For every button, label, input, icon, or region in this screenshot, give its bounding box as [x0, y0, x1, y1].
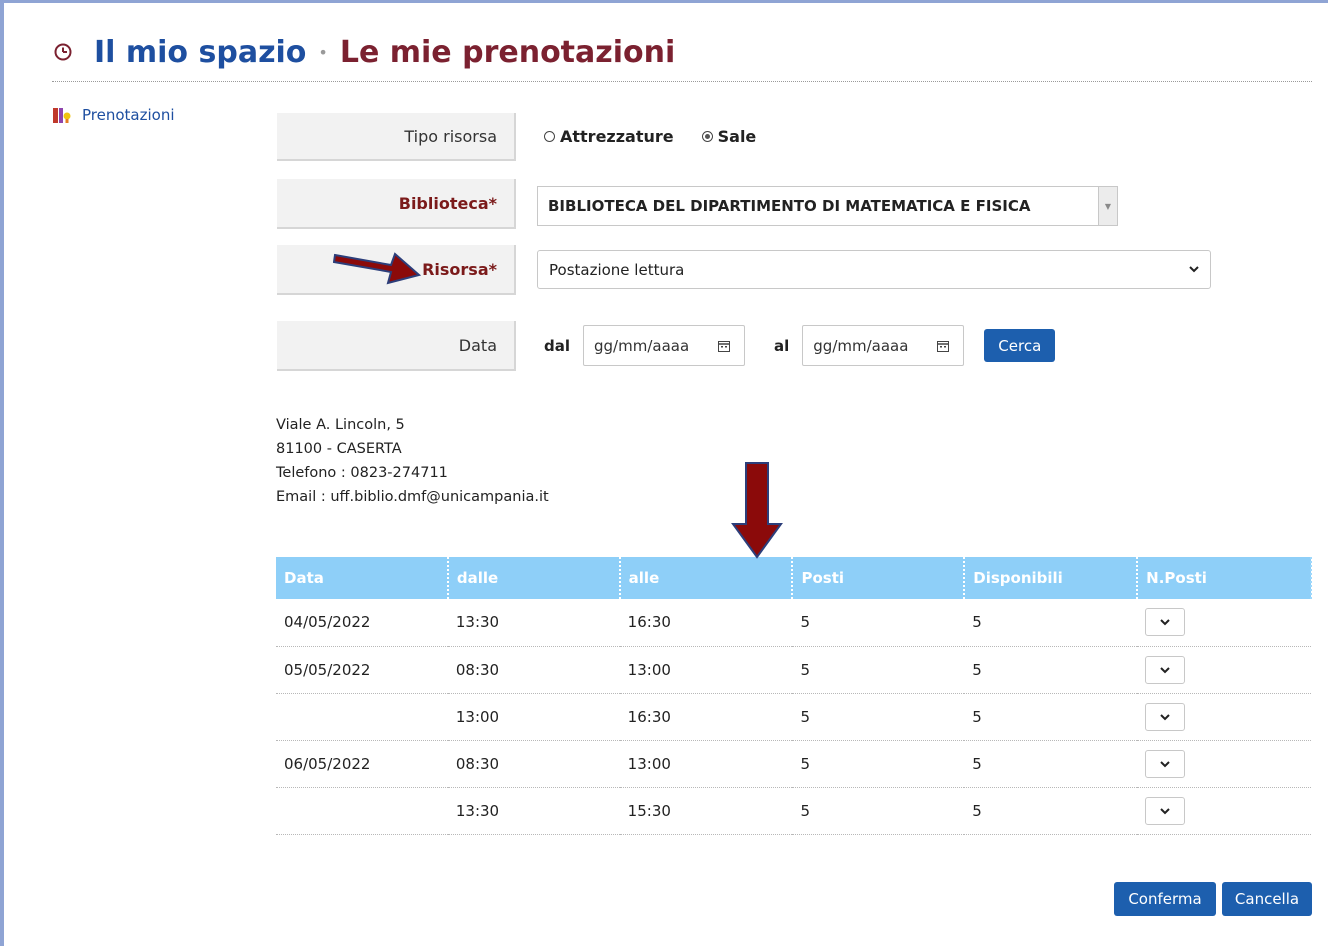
breadcrumb-il-mio-spazio[interactable]: Il mio spazio [94, 35, 306, 70]
cancella-button[interactable]: Cancella [1222, 882, 1312, 916]
biblioteca-select[interactable]: BIBLIOTECA DEL DIPARTIMENTO DI MATEMATIC… [537, 186, 1118, 226]
radio-sale[interactable]: Sale [701, 127, 757, 146]
cell-nposti [1137, 646, 1311, 694]
clock-icon [54, 43, 72, 61]
chevron-down-icon [1189, 266, 1199, 273]
date-from-input[interactable]: gg/mm/aaaa [583, 325, 746, 366]
cell-alle: 15:30 [619, 787, 793, 835]
cell-dalle: 13:00 [447, 693, 620, 741]
cell-data: 05/05/2022 [276, 646, 448, 694]
chevron-down-icon [1160, 807, 1170, 814]
cell-nposti [1137, 787, 1311, 835]
sidebar-item-label: Prenotazioni [82, 106, 175, 124]
date-to-placeholder: gg/mm/aaaa [813, 336, 909, 355]
column-header-data: Data [276, 557, 449, 599]
cell-disponibili: 5 [964, 646, 1138, 694]
table-row: 04/05/2022 13:30 16:30 5 5 [276, 599, 1311, 647]
cell-alle: 13:00 [619, 646, 793, 694]
table-row: 06/05/2022 08:30 13:00 5 5 [276, 740, 1311, 788]
radio-attrezzature[interactable]: Attrezzature [544, 127, 674, 146]
conferma-button[interactable]: Conferma [1114, 882, 1216, 916]
cell-posti: 5 [792, 740, 965, 788]
cell-posti: 5 [792, 646, 965, 694]
cell-data [276, 693, 448, 741]
cell-data: 06/05/2022 [276, 740, 448, 788]
address-phone: Telefono : 0823-274711 [276, 465, 448, 481]
chevron-down-icon [1160, 666, 1170, 673]
nposti-select[interactable] [1145, 749, 1186, 778]
column-header-disponibili: Disponibili [964, 557, 1139, 599]
column-header-dalle: dalle [447, 557, 621, 599]
column-header-nposti: N.Posti [1137, 557, 1312, 599]
page-title: Le mie prenotazioni [339, 34, 676, 70]
breadcrumb-separator: • [318, 42, 328, 62]
cell-disponibili: 5 [964, 740, 1138, 788]
page-header: Il mio spazio • Le mie prenotazioni [52, 30, 675, 74]
biblioteca-label: Biblioteca* [277, 179, 516, 229]
cell-nposti [1137, 693, 1311, 741]
cell-dalle: 08:30 [447, 740, 620, 788]
nposti-select[interactable] [1145, 608, 1186, 637]
sidebar-item-prenotazioni[interactable]: Prenotazioni [52, 106, 175, 124]
annotation-arrow-right-icon [333, 252, 421, 285]
cell-alle: 16:30 [619, 599, 793, 647]
nposti-select[interactable] [1145, 655, 1186, 684]
tipo-risorsa-label: Tipo risorsa [277, 113, 516, 161]
risorsa-select[interactable]: Postazione lettura [537, 250, 1211, 289]
calendar-icon[interactable] [937, 340, 950, 352]
address-email: Email : uff.biblio.dmf@unicampania.it [276, 489, 549, 505]
window-frame-top [0, 0, 1328, 3]
nposti-select[interactable] [1145, 796, 1186, 825]
cell-posti: 5 [792, 787, 965, 835]
radio-unchecked-icon [544, 131, 555, 142]
table-row: 05/05/2022 08:30 13:00 5 5 [276, 646, 1311, 694]
column-header-posti: Posti [792, 557, 966, 599]
radio-attrezzature-label: Attrezzature [560, 127, 674, 146]
window-frame-left [0, 0, 4, 946]
biblioteca-select-value: BIBLIOTECA DEL DIPARTIMENTO DI MATEMATIC… [548, 197, 1031, 215]
chevron-down-icon [1160, 619, 1170, 626]
date-range-row: dal gg/mm/aaaa al gg/mm/aaaa Cerca [544, 325, 1056, 366]
address-city: 81100 - CASERTA [276, 441, 402, 457]
cell-alle: 16:30 [619, 693, 793, 741]
cell-alle: 13:00 [619, 740, 793, 788]
cell-nposti [1137, 740, 1311, 788]
slots-table: Data dalle alle Posti Disponibili N.Post… [276, 557, 1312, 835]
cell-data: 04/05/2022 [276, 599, 448, 647]
cell-nposti [1137, 599, 1311, 647]
column-header-alle: alle [619, 557, 794, 599]
calendar-icon[interactable] [718, 340, 731, 352]
cerca-button[interactable]: Cerca [984, 329, 1056, 362]
date-to-input[interactable]: gg/mm/aaaa [802, 325, 965, 366]
header-divider [52, 81, 1312, 82]
address-street: Viale A. Lincoln, 5 [276, 417, 405, 433]
chevron-down-icon [1160, 713, 1170, 720]
risorsa-select-value: Postazione lettura [549, 260, 685, 279]
chevron-down-icon [1160, 760, 1170, 767]
table-header-row: Data dalle alle Posti Disponibili N.Post… [276, 557, 1312, 599]
cell-data [276, 787, 448, 835]
data-label: Data [277, 321, 516, 371]
dropdown-arrow-icon[interactable]: ▼ [1098, 187, 1117, 225]
cell-disponibili: 5 [964, 693, 1138, 741]
cell-posti: 5 [792, 693, 965, 741]
dal-label: dal [544, 336, 571, 355]
table-row: 13:00 16:30 5 5 [276, 693, 1311, 741]
library-address: Viale A. Lincoln, 5 81100 - CASERTA Tele… [276, 413, 549, 509]
cell-disponibili: 5 [964, 787, 1138, 835]
table-row: 13:30 15:30 5 5 [276, 787, 1311, 835]
radio-sale-label: Sale [717, 127, 757, 146]
cell-posti: 5 [792, 599, 965, 647]
cell-dalle: 13:30 [447, 599, 620, 647]
cell-dalle: 13:30 [447, 787, 620, 835]
cell-dalle: 08:30 [447, 646, 620, 694]
tipo-risorsa-radio-group: Attrezzature Sale [544, 127, 784, 146]
books-icon [53, 108, 71, 123]
al-label: al [774, 336, 790, 355]
cell-disponibili: 5 [964, 599, 1138, 647]
date-from-placeholder: gg/mm/aaaa [594, 336, 690, 355]
annotation-arrow-down-icon [731, 462, 783, 559]
radio-checked-icon [701, 131, 713, 142]
nposti-select[interactable] [1145, 702, 1186, 731]
